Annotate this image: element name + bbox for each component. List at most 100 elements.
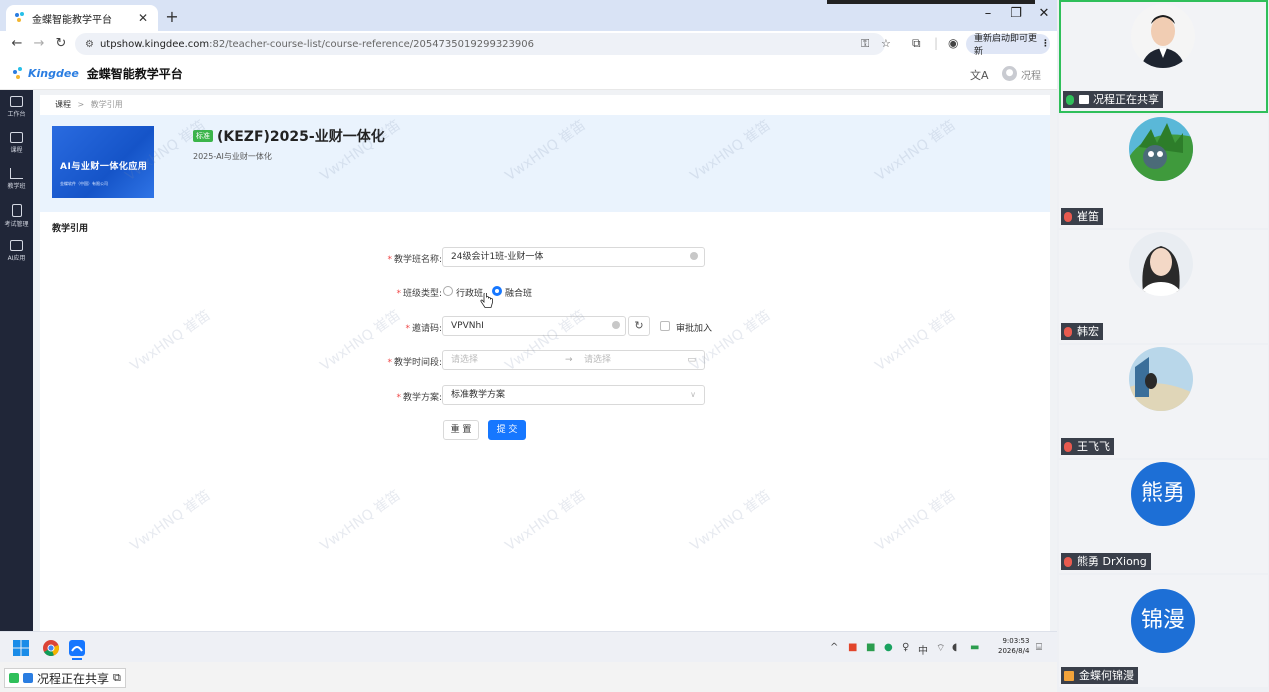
mic-muted-icon: [1064, 556, 1072, 567]
class-type-row: * 班级类型: 行政班 融合班: [40, 281, 1050, 303]
breadcrumb: 课程 > 教学引用: [40, 95, 1050, 115]
tab-close-icon[interactable]: ✕: [136, 11, 150, 25]
new-tab-icon[interactable]: +: [162, 7, 182, 26]
reload-icon[interactable]: ↻: [52, 35, 70, 53]
mic-icon: [9, 673, 19, 683]
password-key-icon[interactable]: ⚿: [861, 37, 869, 51]
clear-icon[interactable]: [612, 321, 620, 329]
bookmark-star-icon[interactable]: ☆: [881, 37, 891, 50]
plan-label: * 教学方案:: [396, 390, 442, 403]
participant-tile[interactable]: 锦漫 金蝶何锦漫: [1059, 575, 1268, 687]
reset-button[interactable]: 重 置: [443, 420, 479, 440]
participant-name: 熊勇 DrXiong: [1077, 555, 1147, 568]
user-name[interactable]: 况程: [1021, 67, 1041, 82]
extensions-icon[interactable]: ⧉: [912, 36, 921, 51]
participants-panel: 况程正在共享 崔笛 韩宏 王飞飞 熊勇 熊勇 DrXiong 锦漫 金蝶何锦漫: [1057, 0, 1269, 692]
tray-app-icon[interactable]: ■: [848, 642, 857, 653]
sidebar-item-label: AI应用: [7, 255, 26, 262]
participant-tile[interactable]: 王飞飞: [1059, 345, 1268, 458]
clear-icon[interactable]: [690, 252, 698, 260]
window-close-icon[interactable]: ✕: [1033, 6, 1055, 21]
sidebar-item-ai[interactable]: AI应用: [0, 240, 33, 276]
forward-icon[interactable]: →: [30, 35, 48, 53]
section-title: 教学引用: [52, 224, 89, 234]
url-text: utpshow.kingdee.com:82/teacher-course-li…: [100, 39, 534, 50]
participant-tile[interactable]: 熊勇 熊勇 DrXiong: [1059, 460, 1268, 573]
plan-select[interactable]: 标准教学方案 ∨: [442, 385, 705, 405]
user-avatar[interactable]: ●: [1002, 66, 1017, 81]
translate-icon[interactable]: 文A: [970, 67, 989, 83]
profile-icon[interactable]: ◉: [948, 36, 958, 50]
period-start-placeholder[interactable]: 请选择: [451, 355, 478, 365]
breadcrumb-root[interactable]: 课程: [55, 100, 71, 109]
share-menu-icon[interactable]: ⧉: [113, 671, 121, 685]
required-mark: *: [405, 324, 410, 334]
required-mark: *: [387, 358, 392, 368]
participant-name-tag: 况程正在共享: [1063, 91, 1163, 108]
tray-app-icon[interactable]: ■: [866, 642, 875, 653]
period-end-placeholder[interactable]: 请选择: [584, 351, 611, 369]
breadcrumb-separator: >: [77, 100, 85, 109]
windows-taskbar: ^ ■ ■ ● ♀ 中 ⌔ ◖ ▬ 9:03:53 2026/8/4 ⌸: [0, 631, 1057, 662]
submit-button[interactable]: 提 交: [488, 420, 526, 440]
period-range-picker[interactable]: 请选择 → 请选择 ▭: [442, 350, 705, 370]
mic-muted-icon: [1064, 441, 1072, 452]
course-subtitle: 2025-AI与业财一体化: [193, 152, 272, 161]
sidebar-item-class[interactable]: 教学班: [0, 168, 33, 204]
calendar-icon[interactable]: ▭: [687, 351, 696, 369]
browser-toolbar: ← → ↻ ⚙ utpshow.kingdee.com:82/teacher-c…: [0, 31, 1057, 57]
url-path: :82/teacher-course-list/course-reference…: [209, 38, 534, 50]
participant-tile[interactable]: 况程正在共享: [1059, 0, 1268, 113]
volume-icon[interactable]: ◖: [952, 642, 957, 653]
meeting-app-icon[interactable]: [69, 640, 85, 656]
reference-form-panel: 教学引用 * 教学班名称: 24级会计1班-业财一体 * 班级类型: 行政班 融合班: [40, 212, 1050, 631]
tab-title: 金蝶智能教学平台: [32, 14, 112, 26]
course-title: (KEZF)2025-业财一体化: [217, 129, 385, 145]
wechat-tray-icon[interactable]: ●: [884, 642, 893, 653]
sidebar-item-label: 工作台: [7, 111, 26, 118]
more-menu-icon[interactable]: ⋮: [1041, 39, 1050, 49]
sidebar-item-workbench[interactable]: 工作台: [0, 96, 33, 132]
tray-overflow-icon[interactable]: ^: [830, 642, 838, 653]
back-icon[interactable]: ←: [8, 35, 26, 53]
form-actions: 重 置 提 交: [40, 420, 1050, 442]
minimize-icon[interactable]: –: [977, 6, 999, 21]
cover-subtitle: 金蝶软件（中国）有限公司: [60, 181, 108, 186]
site-settings-icon[interactable]: ⚙: [85, 39, 94, 50]
restore-icon[interactable]: ❐: [1005, 6, 1027, 21]
chrome-icon[interactable]: [43, 640, 59, 656]
class-name-input[interactable]: 24级会计1班-业财一体: [442, 247, 705, 267]
mic-tray-icon[interactable]: ♀: [902, 642, 909, 653]
participant-tile[interactable]: 崔笛: [1059, 115, 1268, 228]
kingdee-favicon-icon: [14, 12, 26, 24]
relaunch-update-button[interactable]: 重新启动即可更新 ⋮: [966, 34, 1050, 57]
notification-icon[interactable]: ⌸: [1036, 642, 1042, 653]
cover-title: AI与业财一体化应用: [60, 162, 148, 172]
approve-join-checkbox[interactable]: [660, 321, 670, 331]
required-mark: *: [387, 255, 392, 265]
address-bar[interactable]: ⚙ utpshow.kingdee.com:82/teacher-course-…: [75, 33, 891, 55]
kingdee-logo[interactable]: Kingdee 金蝶智能教学平台: [12, 65, 183, 82]
ime-indicator[interactable]: 中: [918, 642, 928, 657]
windows-start-icon[interactable]: [13, 640, 29, 656]
system-clock[interactable]: 9:03:53 2026/8/4: [998, 636, 1029, 656]
refresh-code-button[interactable]: ↻: [628, 316, 650, 336]
plan-label-text: 教学方案:: [402, 393, 442, 403]
participant-tile[interactable]: 韩宏: [1059, 230, 1268, 343]
radio-merged-class-label[interactable]: 融合班: [505, 286, 532, 299]
tab-bar: 金蝶智能教学平台 ✕ + – ❐ ✕: [0, 0, 1057, 31]
sharing-status-bar[interactable]: 况程正在共享 ⧉: [4, 668, 126, 688]
sidebar-item-exam[interactable]: 考试管理: [0, 204, 33, 240]
invite-code-input[interactable]: VPVNhI: [442, 316, 626, 336]
period-separator: →: [565, 355, 573, 365]
radio-admin-class-label[interactable]: 行政班: [456, 286, 483, 299]
browser-tab[interactable]: 金蝶智能教学平台 ✕: [6, 5, 158, 31]
sidebar-item-course[interactable]: 课程: [0, 132, 33, 168]
participant-avatar: [1129, 347, 1193, 411]
relaunch-label: 重新启动即可更新: [974, 34, 1038, 57]
battery-icon[interactable]: ▬: [970, 642, 979, 653]
wifi-icon[interactable]: ⌔: [936, 642, 945, 655]
plan-row: * 教学方案: 标准教学方案 ∨: [40, 385, 1050, 407]
approve-join-label[interactable]: 审批加入: [676, 321, 712, 334]
radio-admin-class[interactable]: [443, 286, 453, 296]
